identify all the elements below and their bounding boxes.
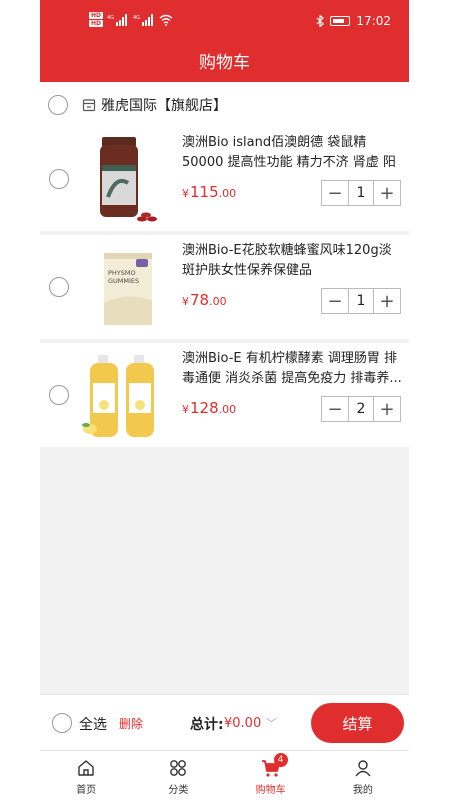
tab-label: 我的	[352, 785, 373, 796]
price-int: 78	[190, 291, 210, 309]
quantity-stepper: − 1 +	[321, 180, 401, 206]
tab-label: 分类	[168, 785, 189, 796]
price-currency: ¥	[182, 295, 189, 308]
product-image[interactable]: PHYSMO GUMMIES	[82, 243, 170, 331]
decrease-button[interactable]: −	[322, 181, 348, 205]
product-name[interactable]: 澳洲Bio island佰澳朗德 袋鼠精 50000 提高性功能 精力不济 肾虚…	[182, 133, 402, 173]
product-name[interactable]: 澳洲Bio-E花胶软糖蜂蜜风味120g淡斑护肤女性保养保健品	[182, 241, 402, 281]
product-image[interactable]	[82, 351, 170, 439]
quantity-stepper: − 2 +	[321, 396, 401, 422]
hd-icon: HD HD	[89, 12, 104, 27]
tab-category[interactable]: 分类	[132, 751, 224, 800]
status-right: 17:02	[316, 14, 391, 28]
header-bar: HD HD 4G 4G 17:02 购物车	[40, 0, 409, 82]
home-icon	[78, 760, 94, 776]
bottom-tab-bar: 首页 分类 4 购物车 我的	[40, 750, 409, 800]
price-int: 115	[190, 183, 219, 201]
item-select-radio[interactable]	[49, 169, 69, 189]
tab-mine[interactable]: 我的	[317, 751, 409, 800]
bluetooth-icon	[316, 15, 325, 27]
net-label-1: 4G	[107, 15, 114, 21]
signal-icon: 4G	[107, 13, 128, 26]
increase-button[interactable]: +	[374, 289, 400, 313]
wifi-icon	[159, 14, 173, 26]
page-title: 购物车	[199, 53, 250, 73]
quantity-value[interactable]: 2	[348, 397, 374, 421]
tab-label: 首页	[76, 785, 97, 796]
cart-action-bar: 全选 删除 总计: ¥0.00 ﹀ 结算	[40, 694, 409, 750]
status-bar: HD HD 4G 4G 17:02	[40, 0, 409, 40]
product-price: ¥115.00	[182, 183, 236, 201]
hd-label-top: HD	[89, 12, 104, 19]
increase-button[interactable]: +	[374, 397, 400, 421]
tab-home[interactable]: 首页	[40, 751, 132, 800]
product-name[interactable]: 澳洲Bio-E 有机柠檬酵素 调理肠胃 排毒通便 消炎杀菌 提高免疫力 排毒养.…	[182, 349, 402, 389]
total-label: 总计:	[190, 717, 224, 733]
status-left: HD HD 4G 4G	[89, 12, 173, 27]
select-all-radio[interactable]	[52, 713, 72, 733]
cart-count-badge: 4	[273, 753, 288, 767]
tab-cart[interactable]: 4 购物车	[225, 751, 317, 800]
item-select-radio[interactable]	[49, 277, 69, 297]
status-time: 17:02	[356, 14, 391, 28]
store-select-radio[interactable]	[48, 94, 68, 115]
total-value: ¥0.00	[224, 716, 262, 731]
cart-item: 澳洲Bio island佰澳朗德 袋鼠精 50000 提高性功能 精力不济 肾虚…	[40, 127, 409, 231]
product-price: ¥78.00	[182, 291, 227, 309]
shop-icon	[82, 98, 96, 111]
user-icon	[355, 760, 371, 777]
checkout-button[interactable]: 结算	[311, 703, 404, 743]
store-row[interactable]: 雅虎国际【旗舰店】	[40, 82, 409, 127]
svg-text:GUMMIES: GUMMIES	[108, 277, 139, 285]
quantity-stepper: − 1 +	[321, 288, 401, 314]
app-screen: HD HD 4G 4G 17:02 购物车 雅虎国际【旗舰店】 澳洲Bio is…	[40, 0, 409, 800]
price-dec: .00	[218, 403, 237, 416]
category-icon	[170, 760, 187, 776]
price-currency: ¥	[182, 187, 189, 200]
cart-item: 澳洲Bio-E 有机柠檬酵素 调理肠胃 排毒通便 消炎杀菌 提高免疫力 排毒养.…	[40, 343, 409, 447]
increase-button[interactable]: +	[374, 181, 400, 205]
quantity-value[interactable]: 1	[348, 289, 374, 313]
chevron-down-icon[interactable]: ﹀	[266, 715, 277, 731]
decrease-button[interactable]: −	[322, 289, 348, 313]
tab-label: 购物车	[255, 785, 286, 796]
battery-icon	[330, 16, 351, 26]
hd-label-bottom: HD	[89, 20, 104, 27]
cart-item: PHYSMO GUMMIES 澳洲Bio-E花胶软糖蜂蜜风味120g淡斑护肤女性…	[40, 235, 409, 339]
quantity-value[interactable]: 1	[348, 181, 374, 205]
select-all-label[interactable]: 全选	[79, 714, 107, 734]
price-currency: ¥	[182, 403, 189, 416]
product-image-text: PHYSMO	[108, 269, 136, 277]
signal-icon-2: 4G	[133, 13, 154, 26]
product-image[interactable]	[82, 135, 170, 223]
store-name[interactable]: 雅虎国际【旗舰店】	[101, 95, 227, 115]
delete-button[interactable]: 删除	[119, 715, 143, 732]
product-price: ¥128.00	[182, 399, 236, 417]
net-label-2: 4G	[133, 15, 140, 21]
price-dec: .00	[209, 295, 227, 308]
price-dec: .00	[218, 187, 237, 200]
item-select-radio[interactable]	[49, 385, 69, 405]
price-int: 128	[190, 399, 219, 417]
decrease-button[interactable]: −	[322, 397, 348, 421]
